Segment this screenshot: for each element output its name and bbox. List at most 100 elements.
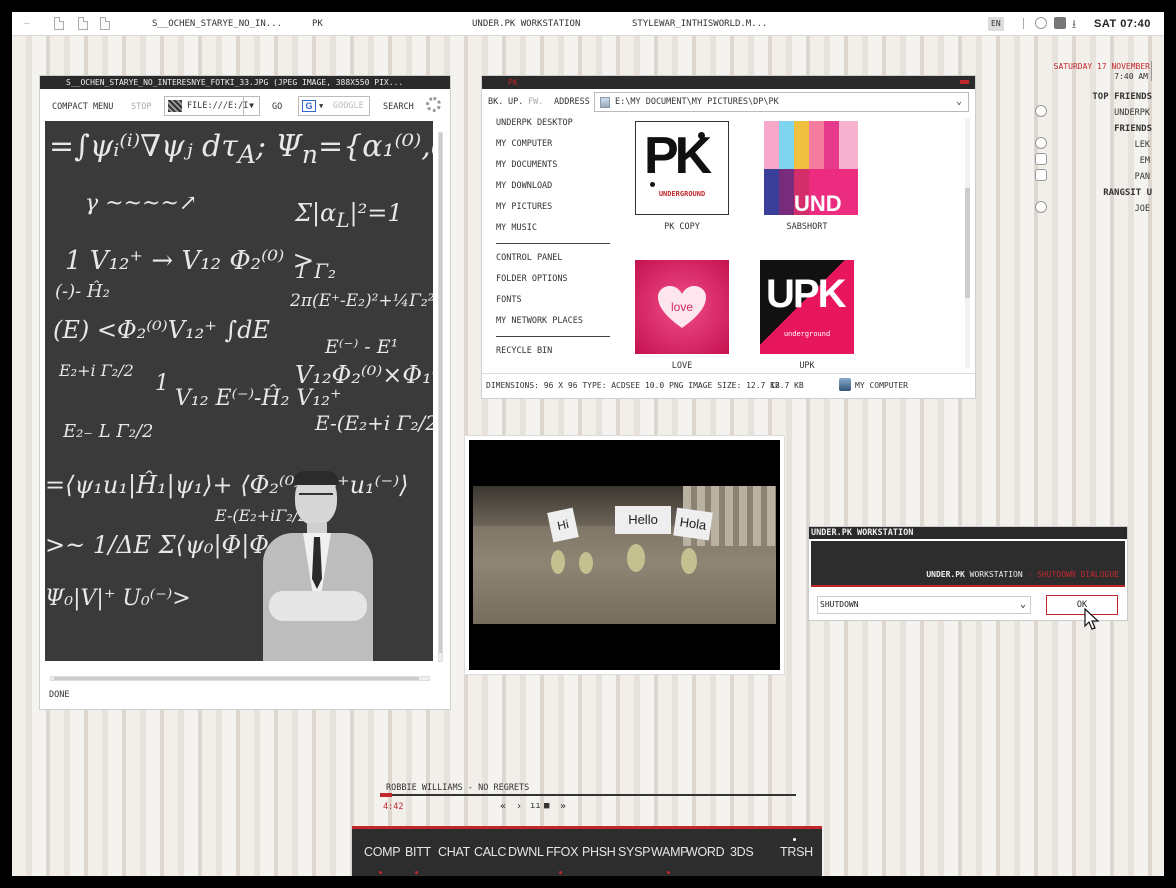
google-placeholder: GOOGLE (333, 101, 364, 111)
dialog-title[interactable]: UNDER.PK WORKSTATION (809, 527, 1127, 539)
taskbar-item-workstation[interactable]: UNDER.PK WORKSTATION (472, 12, 580, 36)
sidebar-item-control-panel[interactable]: CONTROL PANEL (496, 253, 563, 263)
rss-icon[interactable] (1054, 17, 1066, 29)
chevron-down-icon[interactable]: ⌄ (956, 93, 962, 111)
dock-item-phsh[interactable]: PHSH (582, 845, 616, 859)
window-title[interactable]: S__OCHEN_STARYE_NO_INTERESNYE_FOTKI_33.J… (40, 76, 450, 89)
friend-item[interactable]: JOE (1135, 204, 1150, 214)
dock-item-chat[interactable]: CHAT (438, 845, 470, 859)
google-search-field[interactable]: G ▼ GOOGLE (298, 96, 370, 116)
dock-item-wamp[interactable]: WAMP (651, 845, 689, 859)
url-field[interactable]: FILE:///E:/I ▼ (164, 96, 260, 116)
file-label[interactable]: UPK (747, 361, 867, 371)
video-frame: Hi Hello Hola (469, 440, 780, 670)
dock-item-calc[interactable]: CALC (474, 845, 506, 859)
vertical-scrollbar[interactable] (438, 132, 443, 662)
language-indicator[interactable]: EN (988, 17, 1004, 31)
loading-spinner-icon (426, 97, 441, 112)
desktop: – S__OCHEN_STARYE_NO_IN... PK UNDER.PK W… (12, 12, 1164, 876)
thumb-art-subtext: UNDERGROUND (658, 190, 706, 198)
sign-hello: Hello (615, 506, 671, 534)
stop-button[interactable]: STOP (131, 102, 151, 112)
up-button[interactable]: UP. (508, 97, 523, 107)
pause-icon[interactable]: ıı (530, 801, 541, 811)
sidebar-item-folder-options[interactable]: FOLDER OPTIONS (496, 274, 568, 284)
divider (1151, 61, 1152, 81)
dock-item-dwnl[interactable]: DWNL (508, 845, 544, 859)
friend-item[interactable]: EM (1140, 156, 1150, 166)
dock-item-sysp[interactable]: SYSP (618, 845, 650, 859)
friend-item[interactable]: LEK (1135, 140, 1150, 150)
sidebar-item-my-documents[interactable]: MY DOCUMENTS (496, 160, 557, 170)
dock-item-comp[interactable]: COMP (364, 845, 401, 859)
banner-sep: - (1022, 570, 1038, 579)
image-viewer-window: S__OCHEN_STARYE_NO_INTERESNYE_FOTKI_33.J… (39, 75, 451, 710)
explorer-window: PK BK. UP. FW. ADDRESS E:\MY DOCUMENT\MY… (481, 75, 976, 399)
status-icon (1035, 105, 1047, 117)
sidebar-item-recycle-bin[interactable]: RECYCLE BIN (496, 346, 552, 356)
close-icon[interactable] (960, 80, 969, 84)
sidebar-item-my-pictures[interactable]: MY PICTURES (496, 202, 552, 212)
play-icon[interactable]: › (516, 801, 522, 812)
group-heading-friends: FRIENDS (1114, 124, 1152, 134)
sidebar-item-fonts[interactable]: FONTS (496, 295, 522, 305)
back-button[interactable]: BK. (488, 97, 503, 107)
minimize-all-button[interactable]: – (24, 12, 29, 36)
document-icon[interactable] (54, 17, 64, 30)
download-icon[interactable]: ⭳ (1072, 15, 1076, 36)
dialog-banner: UNDER.PK WORKSTATION - SHUTDOWN DIALOGUE (811, 541, 1125, 587)
taskbar-item-pk[interactable]: PK (312, 12, 323, 36)
window-title[interactable]: PK (482, 76, 975, 89)
document-icon[interactable] (78, 17, 88, 30)
ok-button[interactable]: OK (1046, 595, 1118, 615)
progress-bar[interactable] (380, 793, 796, 797)
vertical-scrollbar[interactable] (965, 118, 970, 368)
friend-item[interactable]: UNDERPK (1114, 108, 1150, 118)
thumb-art-text: UPK (766, 272, 846, 316)
forward-button[interactable]: FW. (528, 97, 543, 107)
running-indicator (559, 871, 562, 874)
sidebar-item-underpk-desktop[interactable]: UNDERPK DESKTOP (496, 118, 573, 128)
file-label[interactable]: LOVE (622, 361, 742, 371)
stop-icon[interactable]: ■ (544, 801, 549, 811)
go-button[interactable]: GO (272, 102, 282, 112)
taskbar-item-image[interactable]: S__OCHEN_STARYE_NO_IN... (152, 12, 282, 36)
previous-icon[interactable]: « (500, 801, 506, 812)
address-field[interactable]: E:\MY DOCUMENT\MY PICTURES\DP\PK ⌄ (594, 92, 969, 112)
file-label[interactable]: PK COPY (622, 222, 742, 232)
file-label[interactable]: SABSHORT (747, 222, 867, 232)
file-thumbnail-sabshort[interactable]: UND (764, 121, 858, 215)
url-text: FILE:///E:/I (187, 101, 249, 111)
sidebar-item-my-computer[interactable]: MY COMPUTER (496, 139, 552, 149)
compact-menu-button[interactable]: COMPACT MENU (52, 102, 113, 112)
next-icon[interactable]: » (560, 801, 566, 812)
dock-item-ffox[interactable]: FFOX (546, 845, 578, 859)
top-bar: – S__OCHEN_STARYE_NO_IN... PK UNDER.PK W… (12, 12, 1164, 36)
shutdown-select[interactable]: SHUTDOWN ⌄ (817, 596, 1031, 614)
dock-item-3ds[interactable]: 3DS (730, 845, 754, 859)
friend-item[interactable]: PAN (1135, 172, 1150, 182)
chevron-down-icon[interactable]: ▼ (243, 97, 259, 115)
file-thumbnail-love[interactable]: love (635, 260, 729, 354)
sidebar-item-my-download[interactable]: MY DOWNLOAD (496, 181, 552, 191)
horizontal-scrollbar[interactable] (50, 676, 430, 681)
dock-item-trsh[interactable]: TRSH (780, 845, 813, 859)
document-icon[interactable] (100, 17, 110, 30)
sidebar-item-my-network-places[interactable]: MY NETWORK PLACES (496, 316, 583, 326)
dock-item-word[interactable]: WORD (686, 845, 725, 859)
sidebar-item-my-music[interactable]: MY MUSIC (496, 223, 537, 233)
file-thumbnail-upk[interactable]: UPK underground (760, 260, 854, 354)
status-icon[interactable] (1035, 17, 1047, 29)
activity-dot (793, 838, 796, 841)
status-size: 12.7 KB (770, 381, 804, 390)
search-button[interactable]: SEARCH (383, 102, 414, 112)
chevron-down-icon: ⌄ (1019, 599, 1026, 610)
file-thumbnail-pk-copy[interactable]: PK UNDERGROUND (635, 121, 729, 215)
taskbar-item-stylewar[interactable]: STYLEWAR_INTHISWORLD.M... (632, 12, 767, 36)
status-icon (1035, 137, 1047, 149)
dock-item-bitt[interactable]: BITT (405, 845, 431, 859)
banner-text: UNDER.PK WORKSTATION - SHUTDOWN DIALOGUE (926, 570, 1119, 579)
running-indicator (415, 871, 418, 874)
friends-panel: SATURDAY 17 NOVEMBER 7:40 AM TOP FRIENDS… (1012, 59, 1164, 239)
video-window[interactable]: Hi Hello Hola (464, 435, 785, 675)
